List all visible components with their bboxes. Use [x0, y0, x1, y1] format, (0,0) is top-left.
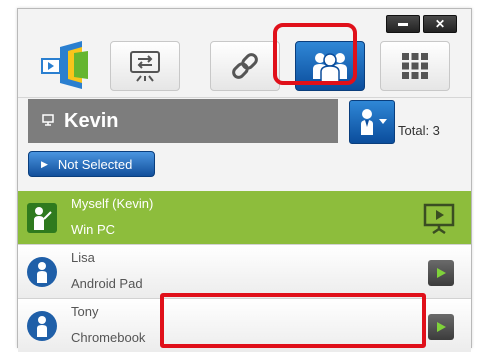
app-logo-icon	[41, 41, 88, 89]
link-button[interactable]	[210, 41, 280, 91]
role-dropdown-button[interactable]	[349, 100, 395, 144]
users-tab-highlight	[273, 23, 357, 85]
participant-name: Lisa	[71, 250, 95, 265]
present-screen-icon[interactable]	[423, 202, 455, 234]
presenter-role-icon	[361, 109, 387, 135]
participant-name: Tony	[71, 304, 99, 319]
participant-name: Myself (Kevin)	[71, 196, 154, 211]
participant-device: Chromebook	[71, 330, 146, 345]
participant-device: Win PC	[71, 222, 116, 237]
grid-icon	[402, 53, 428, 79]
apps-button[interactable]	[380, 41, 450, 91]
link-icon	[232, 53, 258, 79]
display-switch-icon	[130, 51, 160, 82]
play-button[interactable]	[428, 260, 454, 286]
play-icon	[437, 322, 446, 332]
user-name-bar: Kevin	[28, 99, 338, 143]
play-icon	[437, 268, 446, 278]
play-arrow-icon: ▶	[41, 158, 48, 169]
participant-device: Android Pad	[71, 276, 143, 291]
list-item[interactable]: Myself (Kevin) Win PC	[18, 191, 471, 244]
list-item[interactable]: Lisa Android Pad	[18, 244, 471, 298]
user-avatar-icon	[27, 311, 57, 341]
monitor-icon	[42, 113, 54, 129]
minimize-icon	[398, 22, 408, 26]
select-label: Not Selected	[57, 156, 133, 172]
row-highlight	[160, 293, 426, 348]
chevron-down-icon	[379, 119, 387, 124]
display-switch-button[interactable]	[110, 41, 180, 91]
not-selected-button[interactable]: ▶ Not Selected	[28, 151, 155, 177]
user-name: Kevin	[64, 109, 119, 132]
play-button[interactable]	[428, 314, 454, 340]
user-avatar-icon	[27, 257, 57, 287]
presenter-avatar-icon	[27, 203, 57, 233]
toolbar-divider	[18, 97, 471, 98]
total-count: Total: 3	[398, 123, 440, 138]
toolbar	[18, 31, 471, 97]
close-icon: ✕	[434, 17, 446, 31]
